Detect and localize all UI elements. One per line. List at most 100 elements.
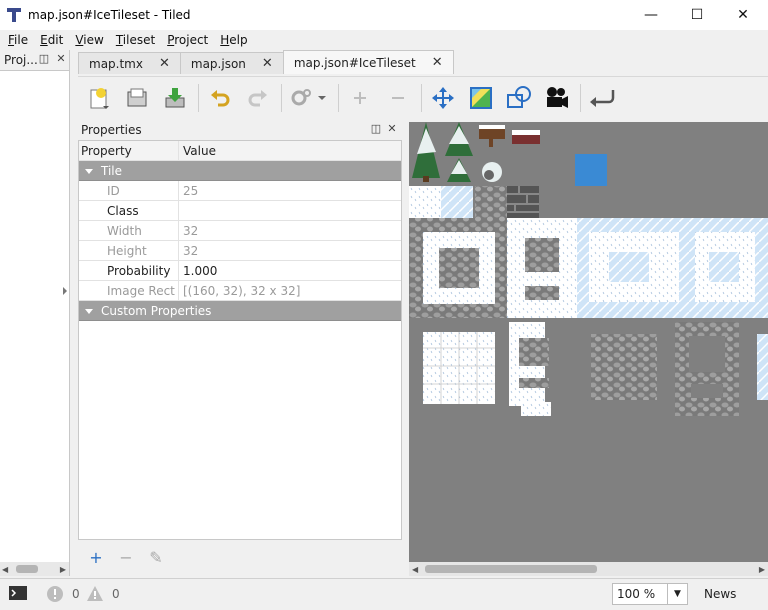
document-tabs: map.tmx ✕ map.json ✕ map.json#IceTileset… [78, 50, 768, 74]
table-row[interactable]: Class [79, 200, 401, 221]
tileset-scroll-track[interactable]: ◀ ▶ [409, 562, 768, 576]
group-row-tile[interactable]: Tile [79, 161, 401, 181]
column-header-value[interactable]: Value [179, 144, 216, 158]
group-row-custom-properties[interactable]: Custom Properties [79, 301, 401, 321]
remove-terrain-button[interactable] [383, 83, 413, 113]
menu-edit[interactable]: Edit [34, 33, 69, 47]
open-button[interactable] [122, 83, 152, 113]
tab-map-tmx[interactable]: map.tmx ✕ [78, 52, 181, 74]
remove-property-button[interactable]: − [116, 548, 136, 567]
edit-animation-button[interactable] [542, 83, 572, 113]
move-icon [432, 86, 454, 109]
project-tree[interactable] [0, 70, 69, 562]
redo-button[interactable] [243, 83, 273, 113]
new-tileset-button[interactable] [84, 83, 114, 113]
property-name: Class [79, 200, 179, 221]
menu-tileset[interactable]: Tileset [110, 33, 161, 47]
scroll-left-icon[interactable]: ◀ [2, 565, 8, 574]
rearrange-tiles-button[interactable] [428, 83, 458, 113]
add-icon [354, 91, 366, 104]
property-name: Height [79, 240, 179, 261]
property-value: 32 [183, 223, 199, 238]
close-window-button[interactable]: ✕ [720, 0, 766, 30]
export-button[interactable] [160, 83, 190, 113]
close-tab-icon[interactable]: ✕ [432, 55, 443, 70]
tileset-image[interactable] [409, 122, 768, 562]
settings-icon [291, 88, 326, 105]
menu-file[interactable]: File [2, 33, 34, 47]
maximize-button[interactable]: ☐ [674, 0, 720, 30]
project-dock: Proj... ◫ ✕ ◀ ▶ [0, 50, 70, 576]
table-row[interactable]: Height 32 [79, 240, 401, 261]
zoom-select[interactable]: 100 % ▼ [612, 583, 688, 605]
table-row[interactable]: Probability 1.000 [79, 260, 401, 281]
scroll-left-icon[interactable]: ◀ [412, 565, 418, 574]
properties-table: Property Value Tile ID 25 Class Width 32… [63, 140, 402, 540]
table-row[interactable]: Width 32 [79, 220, 401, 241]
close-tab-icon[interactable]: ✕ [159, 56, 170, 71]
toolbar-separator [281, 83, 282, 112]
warning-icon[interactable] [86, 585, 104, 603]
menu-view[interactable]: View [69, 33, 109, 47]
edit-image-button[interactable] [466, 83, 496, 113]
scroll-thumb[interactable] [425, 565, 597, 573]
news-button[interactable]: News [704, 587, 736, 601]
undo-button[interactable] [205, 83, 235, 113]
close-tab-icon[interactable]: ✕ [262, 56, 273, 71]
tab-label: map.json#IceTileset [293, 55, 416, 70]
expand-arrow-icon[interactable] [85, 308, 93, 314]
property-value: 25 [183, 183, 199, 198]
tab-label: map.json [190, 56, 246, 71]
property-value[interactable]: 1.000 [179, 264, 217, 278]
table-header: Property Value [79, 140, 401, 161]
menu-project[interactable]: Project [161, 33, 214, 47]
float-icon[interactable]: ◫ [38, 53, 50, 65]
column-header-property[interactable]: Property [79, 140, 179, 161]
scroll-right-icon[interactable]: ▶ [759, 565, 765, 574]
scroll-right-icon[interactable]: ▶ [60, 565, 66, 574]
table-row[interactable]: ID 25 [79, 180, 401, 201]
minimize-button[interactable]: — [628, 0, 674, 30]
edit-collision-button[interactable] [504, 83, 534, 113]
redo-icon [248, 89, 267, 106]
dynamic-wrapping-button[interactable] [587, 83, 617, 113]
tileset-properties-button[interactable] [288, 83, 330, 113]
close-icon[interactable]: ✕ [55, 53, 67, 65]
property-name: Image Rect [63, 280, 179, 301]
group-label: Custom Properties [79, 304, 211, 318]
tree-icon [445, 122, 473, 156]
tab-map-json[interactable]: map.json ✕ [179, 52, 284, 74]
open-icon [127, 88, 147, 106]
chevron-down-icon[interactable]: ▼ [667, 584, 687, 604]
error-icon[interactable] [46, 585, 64, 603]
scroll-thumb[interactable] [16, 565, 38, 573]
console-icon[interactable] [8, 585, 28, 603]
table-row[interactable]: Image Rect [(160, 32), 32 x 32] [63, 280, 401, 301]
tab-icetileset[interactable]: map.json#IceTileset ✕ [282, 50, 454, 74]
expand-arrow-icon[interactable] [85, 168, 93, 174]
expand-arrow-icon[interactable] [63, 286, 67, 295]
menu-bar: File Edit View Tileset Project Help [0, 30, 768, 50]
properties-dock: Properties ◫ ✕ Property Value Tile ID 25… [63, 120, 402, 540]
toolbar-separator [421, 83, 422, 112]
title-bar: map.json#IceTileset - Tiled — ☐ ✕ [0, 0, 768, 30]
add-terrain-button[interactable] [345, 83, 375, 113]
rename-property-button[interactable]: ✎ [146, 548, 166, 567]
property-name: Width [79, 220, 179, 241]
return-icon [590, 89, 615, 107]
menu-help[interactable]: Help [214, 33, 253, 47]
selected-tile-highlight[interactable] [575, 154, 607, 186]
close-icon[interactable]: ✕ [386, 123, 398, 135]
properties-title: Properties [81, 123, 142, 137]
tileset-scrollbar[interactable]: ◀ ▶ [409, 562, 768, 578]
toolbar-separator [580, 83, 581, 112]
tiled-app-icon [7, 8, 21, 22]
remove-icon [392, 96, 404, 99]
property-value: 32 [183, 243, 199, 258]
tileset-toolbar [78, 76, 768, 118]
tileset-view[interactable] [409, 122, 768, 562]
add-property-button[interactable]: + [86, 548, 106, 567]
project-scrollbar[interactable]: ◀ ▶ [0, 562, 69, 576]
sign-icon [479, 125, 505, 147]
float-icon[interactable]: ◫ [370, 123, 382, 135]
